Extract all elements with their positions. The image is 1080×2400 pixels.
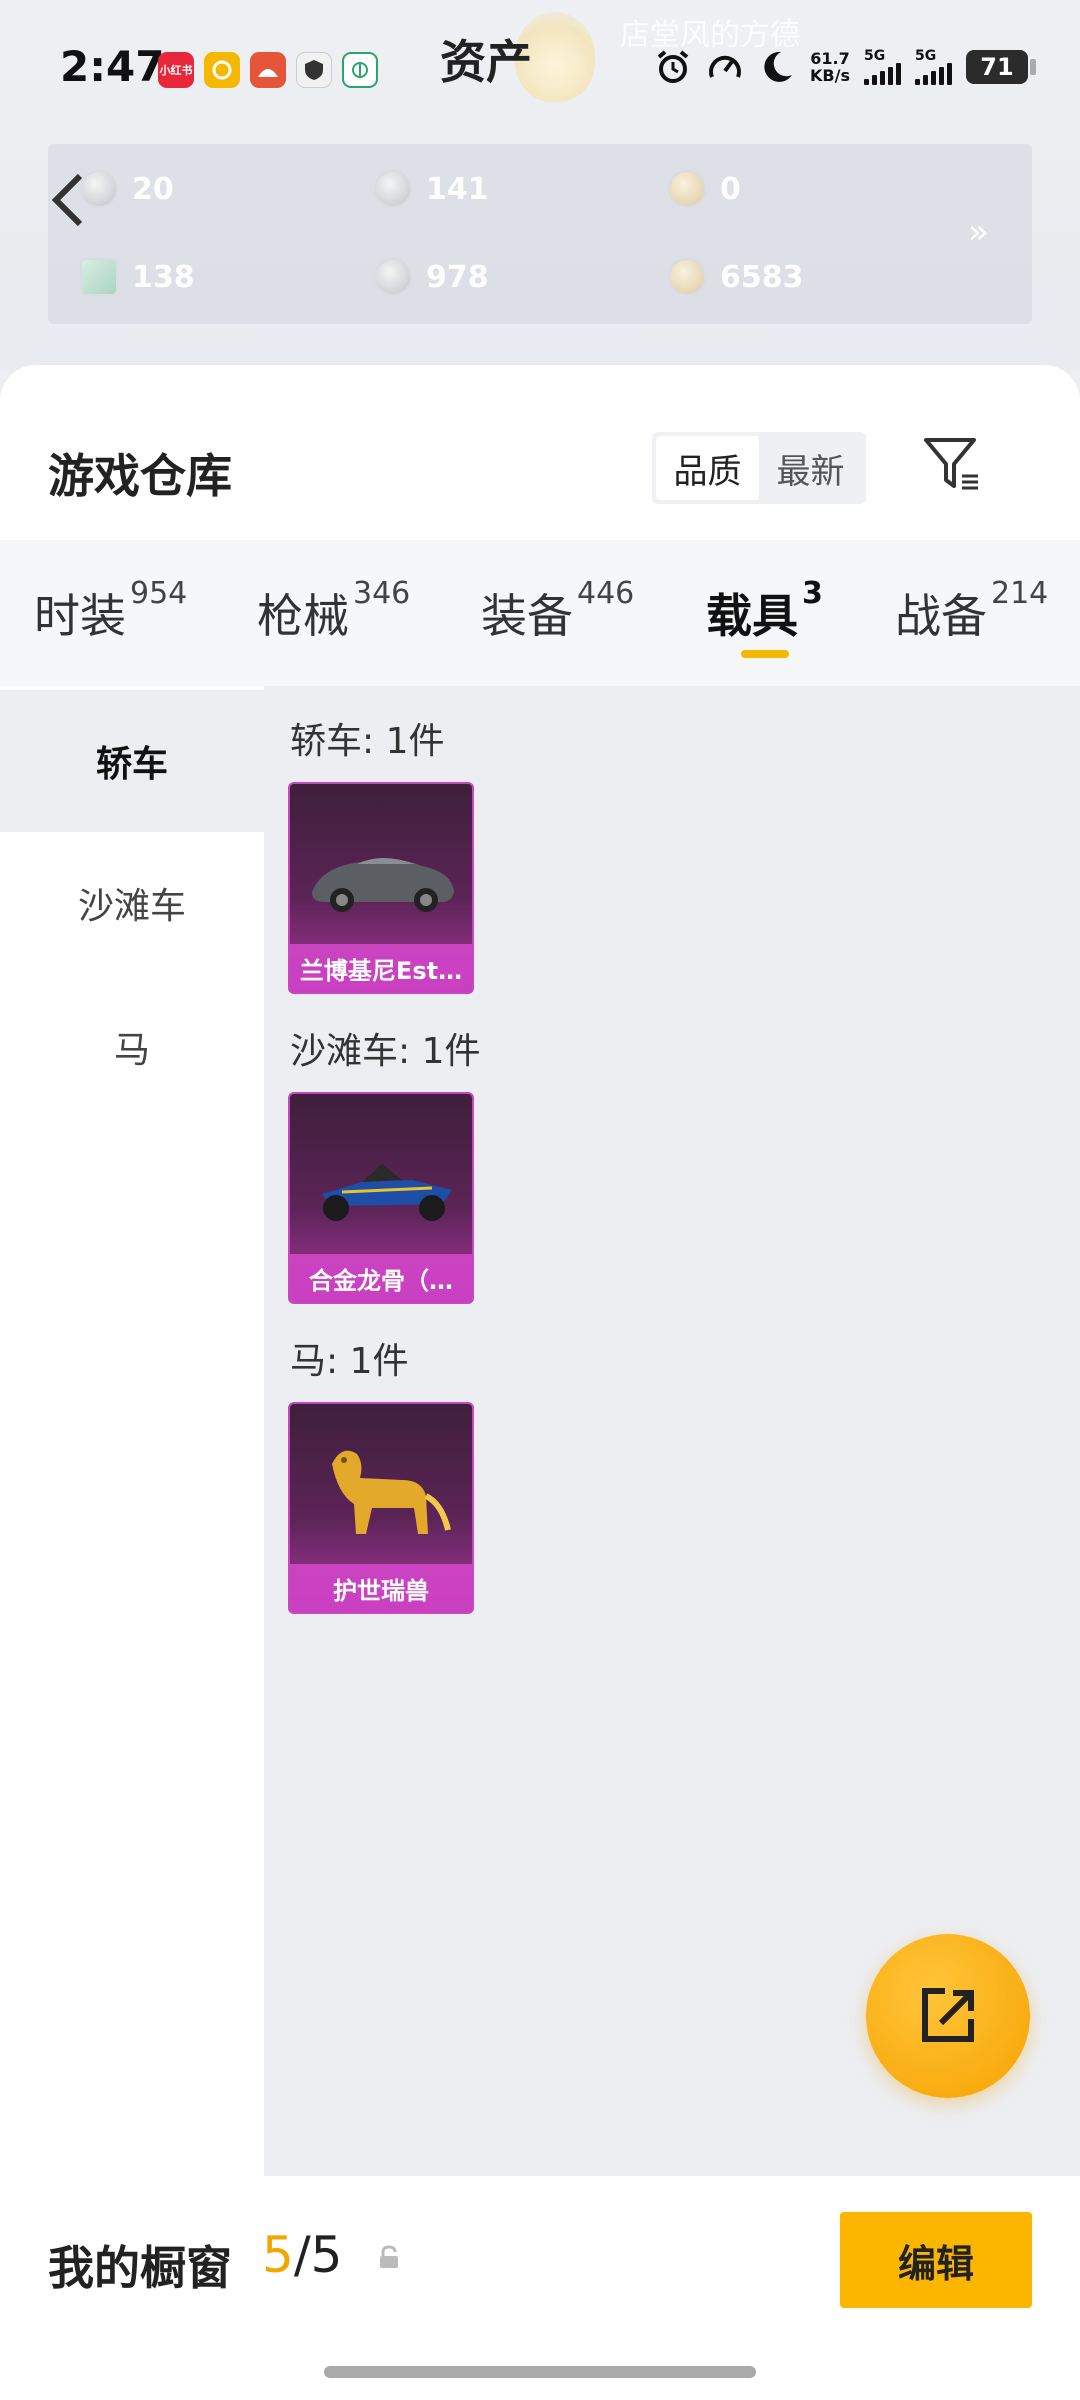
sports-car-icon (312, 858, 454, 912)
silver-orb-icon (374, 258, 412, 296)
sidebar-item-buggy[interactable]: 沙滩车 (0, 832, 264, 974)
item-name: 兰博基尼Est… (290, 944, 472, 992)
asset-value: 141 (426, 171, 489, 207)
game-app-icon (250, 52, 286, 88)
warehouse-title: 游戏仓库 (48, 449, 232, 503)
ticket-icon (80, 258, 118, 296)
item-card-alloy-dragon[interactable]: 合金龙骨（… (288, 1092, 474, 1304)
tab-weapons[interactable]: 枪械 346 (257, 576, 410, 646)
item-name: 护世瑞兽 (290, 1564, 472, 1612)
sort-toggle: 品质 最新 (652, 432, 866, 504)
asset-value: 0 (720, 171, 741, 207)
assets-panel[interactable] (48, 144, 1032, 324)
asset-item: 6583 (668, 258, 804, 296)
asset-item: 20 (80, 170, 174, 208)
tab-count: 446 (577, 576, 635, 611)
bronze-coin-icon (668, 258, 706, 296)
section-title-buggy: 沙滩车: 1件 (290, 1031, 481, 1072)
network-speed-value: 61.7 (810, 49, 850, 68)
tab-label: 装备 (481, 589, 573, 643)
lock-icon (376, 2244, 402, 2270)
showcase-total: 5 (310, 2226, 343, 2284)
tab-label: 载具 (706, 589, 798, 643)
tab-count: 3 (802, 576, 823, 611)
tab-count: 214 (991, 576, 1049, 611)
network-speed-unit: KB/s (810, 66, 850, 85)
moon-icon (758, 48, 796, 86)
tab-label: 时装 (34, 589, 126, 643)
tab-equipment[interactable]: 装备 446 (481, 576, 634, 646)
asset-item: 978 (374, 258, 489, 296)
sidebar-item-sedan[interactable]: 轿车 (0, 690, 264, 832)
asset-item: 138 (80, 258, 195, 296)
xiaohongshu-label: 小红书 (159, 64, 193, 77)
xiaohongshu-icon: 小红书 (158, 52, 194, 88)
section-title-sedan: 轿车: 1件 (290, 721, 445, 762)
sort-quality-button[interactable]: 品质 (656, 436, 759, 500)
tab-count: 346 (353, 576, 411, 611)
sidebar-item-horse[interactable]: 马 (0, 976, 264, 1118)
sort-latest-button[interactable]: 最新 (759, 436, 862, 500)
showcase-current: 5 (262, 2226, 294, 2284)
asset-value: 978 (426, 259, 489, 295)
shield-app-icon (296, 52, 332, 88)
silver-coin-icon (374, 170, 412, 208)
network-speed: 61.7 KB/s (810, 50, 850, 84)
tab-fashion[interactable]: 时装 954 (34, 576, 187, 646)
tab-label: 枪械 (257, 589, 349, 643)
asset-item: 141 (374, 170, 489, 208)
share-icon (922, 1988, 974, 2042)
signal-sim1: 5G (864, 49, 901, 85)
status-icons: 61.7 KB/s 5G 5G 71 (654, 48, 1036, 86)
tab-vehicles[interactable]: 载具 3 (706, 576, 823, 646)
section-title-horse: 马: 1件 (290, 1341, 409, 1382)
clock: 2:47 (60, 42, 165, 91)
gold-coin-icon (668, 170, 706, 208)
showcase-separator: / (293, 2226, 311, 2284)
assets-title: 资产 (440, 35, 532, 89)
coin-app-icon (204, 52, 240, 88)
sim1-label: 5G (864, 48, 886, 64)
card-currency-icon (80, 170, 118, 208)
signal-bars-icon (864, 63, 901, 85)
sim2-label: 5G (915, 48, 937, 64)
status-bar: 2:47 小红书 61.7 KB/s 5G 5G 71 (0, 0, 1080, 140)
race-buggy-icon (322, 1164, 452, 1221)
item-card-guardian-beast[interactable]: 护世瑞兽 (288, 1402, 474, 1614)
golden-qilin-icon (332, 1450, 451, 1534)
tab-label: 战备 (895, 589, 987, 643)
speedometer-icon (706, 48, 744, 86)
signal-bars-icon (915, 63, 952, 85)
signal-sim2: 5G (915, 49, 952, 85)
item-name: 合金龙骨（… (290, 1254, 472, 1302)
battery-indicator: 71 (966, 50, 1036, 84)
showcase-count: 5/5 (262, 2226, 342, 2284)
home-indicator[interactable] (324, 2366, 756, 2378)
asset-item: 0 (668, 170, 741, 208)
item-card-lamborghini[interactable]: 兰博基尼Est… (288, 782, 474, 994)
asset-value: 6583 (720, 259, 804, 295)
share-button[interactable] (866, 1934, 1030, 2098)
active-tab-indicator (741, 650, 789, 658)
bank-app-icon (342, 52, 378, 88)
asset-value: 138 (132, 259, 195, 295)
tab-supplies[interactable]: 战备 214 (895, 576, 1048, 646)
filter-icon[interactable] (920, 432, 984, 496)
showcase-title: 我的橱窗 (48, 2241, 232, 2295)
tab-count: 954 (130, 576, 188, 611)
more-assets-icon[interactable]: » (968, 212, 989, 252)
edit-button[interactable]: 编辑 (840, 2212, 1032, 2308)
alarm-icon (654, 48, 692, 86)
asset-value: 20 (132, 171, 174, 207)
